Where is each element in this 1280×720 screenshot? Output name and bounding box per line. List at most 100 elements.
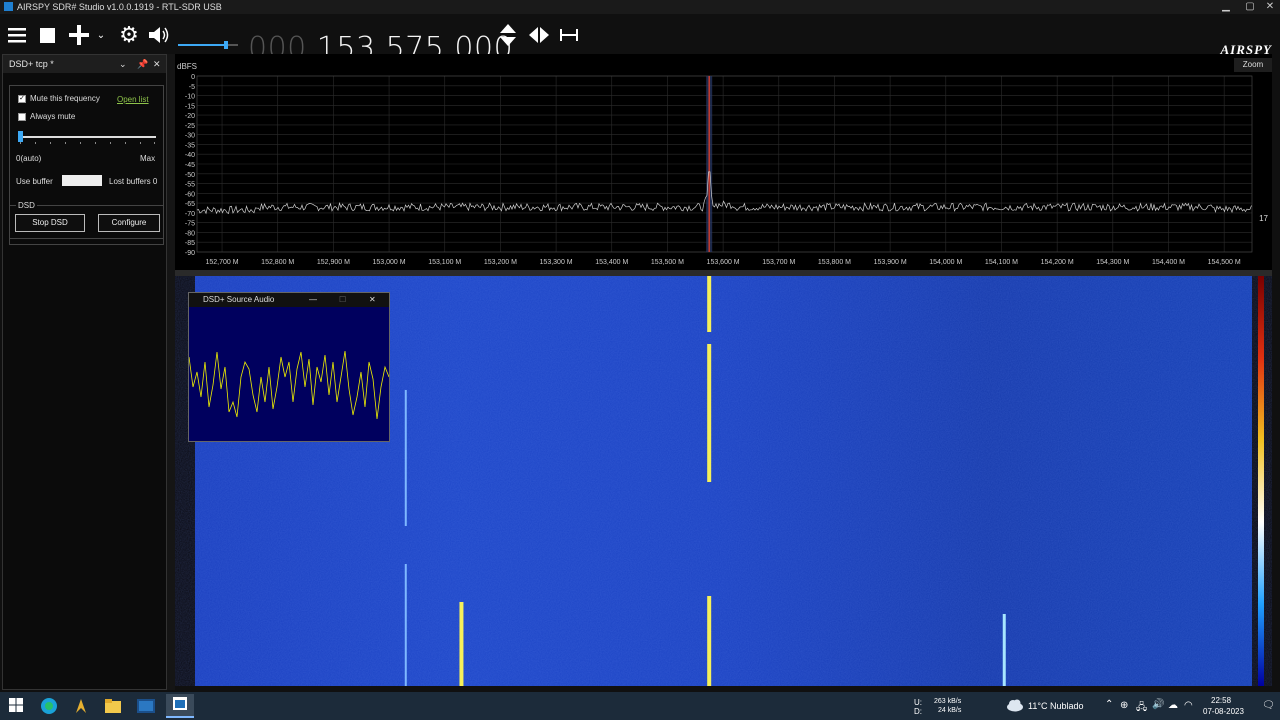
- y-tick-label: -30: [185, 133, 195, 140]
- y-unit-label: dBFS: [177, 62, 197, 71]
- clock-date[interactable]: 07-08-2023: [1203, 707, 1244, 716]
- y-tick-label: 0: [191, 74, 195, 81]
- tray-app-icon[interactable]: ⊕: [1120, 700, 1128, 711]
- waterfall-signal-trace: [459, 602, 464, 686]
- y-tick-label: -75: [185, 221, 195, 228]
- x-tick-label: 152,800 M: [261, 259, 294, 266]
- volume-slider[interactable]: [178, 36, 238, 49]
- buffer-slider[interactable]: [18, 130, 156, 146]
- x-tick-label: 153,300 M: [540, 259, 573, 266]
- tray-network-icon[interactable]: 🖧: [1136, 700, 1147, 717]
- step-leftright-icon[interactable]: [527, 22, 551, 48]
- title-bar: AIRSPY SDR# Studio v1.0.0.1919 - RTL-SDR…: [0, 0, 1280, 14]
- spectrum-plot: dBFS 0 -5 -10 -15 -20 -25 -30 -35 -40 -45 -50 -55 -6…: [177, 62, 1253, 266]
- app-icon: [4, 2, 13, 11]
- pin-icon[interactable]: 📌: [137, 55, 148, 73]
- y-tick-label: -55: [185, 182, 195, 189]
- cloud-weather-icon: [1006, 698, 1024, 716]
- stop-dsd-button[interactable]: Stop DSD: [15, 214, 85, 232]
- gear-icon[interactable]: ⚙: [118, 22, 140, 48]
- waterfall-signal-trace: [707, 344, 712, 482]
- x-tick-label: 153,600 M: [707, 259, 740, 266]
- y-tick-label: -45: [185, 162, 195, 169]
- maximize-button[interactable]: ▢: [1240, 0, 1260, 14]
- waterfall-color-scale: [1258, 276, 1264, 686]
- speaker-icon[interactable]: [147, 22, 171, 48]
- always-mute-checkbox[interactable]: [18, 113, 26, 121]
- close-panel-icon[interactable]: ✕: [153, 55, 161, 73]
- menu-icon[interactable]: [6, 22, 28, 48]
- step-updown-icon[interactable]: [498, 22, 518, 48]
- waterfall-signal-trace: [707, 596, 712, 686]
- y-tick-label: -20: [185, 113, 195, 120]
- open-list-link[interactable]: Open list: [117, 95, 149, 104]
- y-tick-label: -25: [185, 123, 195, 130]
- audio-window-titlebar: DSD+ Source Audio — ☐ ✕: [189, 293, 389, 307]
- x-tick-label: 154,500 M: [1208, 259, 1241, 266]
- x-tick-label: 154,200 M: [1041, 259, 1074, 266]
- y-tick-label: -80: [185, 230, 195, 237]
- slider-max-label: Max: [140, 154, 156, 163]
- y-tick-label: -10: [185, 94, 195, 101]
- edge-browser-icon[interactable]: [40, 697, 58, 715]
- tray-chevron-up-icon[interactable]: ⌃: [1105, 699, 1113, 710]
- y-tick-label: -5: [189, 84, 195, 91]
- tray-cloud-icon[interactable]: ☁: [1168, 700, 1178, 711]
- tray-wifi-icon[interactable]: ◠: [1184, 700, 1193, 711]
- taskbar: U: 263 kB/s D: 24 kB/s 11°C Nublado ⌃ ⊕ …: [0, 692, 1280, 720]
- use-buffer-label: Use buffer: [16, 177, 53, 186]
- bandwidth-icon[interactable]: [558, 22, 580, 48]
- spectrum-analyzer[interactable]: dBFS 0 -5 -10 -15 -20 -25 -30 -35 -40 -45 -50 -55 -6…: [175, 54, 1272, 270]
- sdrsharp-taskbar-icon[interactable]: [166, 694, 194, 718]
- dsd-plugin-panel: DSD+ tcp * ⌄ 📌 ✕ ✓ Mute this frequency O…: [2, 54, 167, 690]
- taskbar-app-icon[interactable]: [136, 697, 155, 715]
- file-explorer-icon[interactable]: [104, 697, 122, 715]
- audio-window-minimize[interactable]: —: [309, 293, 317, 307]
- zoom-button[interactable]: Zoom: [1234, 58, 1272, 72]
- level-readout: 17: [1259, 214, 1268, 223]
- x-tick-label: 154,400 M: [1152, 259, 1185, 266]
- y-tick-label: -15: [185, 103, 195, 110]
- y-tick-label: -40: [185, 152, 195, 159]
- add-icon[interactable]: [68, 22, 90, 48]
- windows-start-icon[interactable]: [8, 697, 26, 715]
- x-tick-label: 152,900 M: [317, 259, 350, 266]
- tray-volume-icon[interactable]: 🔊: [1152, 699, 1164, 710]
- x-tick-label: 153,000 M: [373, 259, 406, 266]
- x-tick-label: 153,200 M: [484, 259, 517, 266]
- x-tick-label: 153,100 M: [428, 259, 461, 266]
- chevron-down-icon[interactable]: ⌄: [96, 22, 106, 48]
- dsd-source-audio-window[interactable]: DSD+ Source Audio — ☐ ✕: [188, 292, 390, 442]
- stop-icon[interactable]: [38, 22, 56, 48]
- net-up-rate: 263 kB/s: [934, 698, 962, 705]
- x-tick-label: 152,700 M: [206, 259, 239, 266]
- chevron-down-icon[interactable]: ⌄: [119, 55, 127, 73]
- clock-time[interactable]: 22:58: [1211, 696, 1231, 705]
- panel-splitter[interactable]: [167, 54, 175, 690]
- panel-title: DSD+ tcp *: [9, 59, 54, 69]
- x-tick-label: 153,800 M: [818, 259, 851, 266]
- y-tick-label: -35: [185, 142, 195, 149]
- y-tick-label: -90: [185, 250, 195, 257]
- close-button[interactable]: ✕: [1260, 0, 1280, 14]
- use-buffer-field[interactable]: [62, 175, 102, 186]
- spectrum-trace: [196, 171, 1252, 215]
- audio-window-maximize[interactable]: ☐: [339, 293, 346, 307]
- waterfall-signal-trace: [404, 564, 407, 686]
- x-tick-label: 153,700 M: [762, 259, 795, 266]
- notifications-icon[interactable]: 🗨: [1262, 700, 1275, 711]
- dsd-group: DSD Stop DSD Configure: [9, 201, 164, 239]
- x-tick-label: 153,400 M: [595, 259, 628, 266]
- net-down-rate: 24 kB/s: [938, 707, 962, 714]
- audio-waveform: [188, 350, 390, 420]
- lost-buffers-status: Lost buffers 0: [109, 177, 158, 186]
- mute-frequency-checkbox[interactable]: ✓: [18, 95, 26, 103]
- mute-frequency-label: Mute this frequency: [30, 94, 100, 103]
- configure-button[interactable]: Configure: [98, 214, 160, 232]
- y-tick-label: -85: [185, 240, 195, 247]
- minimize-button[interactable]: ▁: [1216, 0, 1236, 14]
- dsd-group-label: DSD: [16, 201, 37, 210]
- weather-status[interactable]: 11°C Nublado: [1028, 701, 1083, 711]
- winamp-icon[interactable]: [72, 697, 90, 715]
- audio-window-close[interactable]: ✕: [369, 293, 376, 307]
